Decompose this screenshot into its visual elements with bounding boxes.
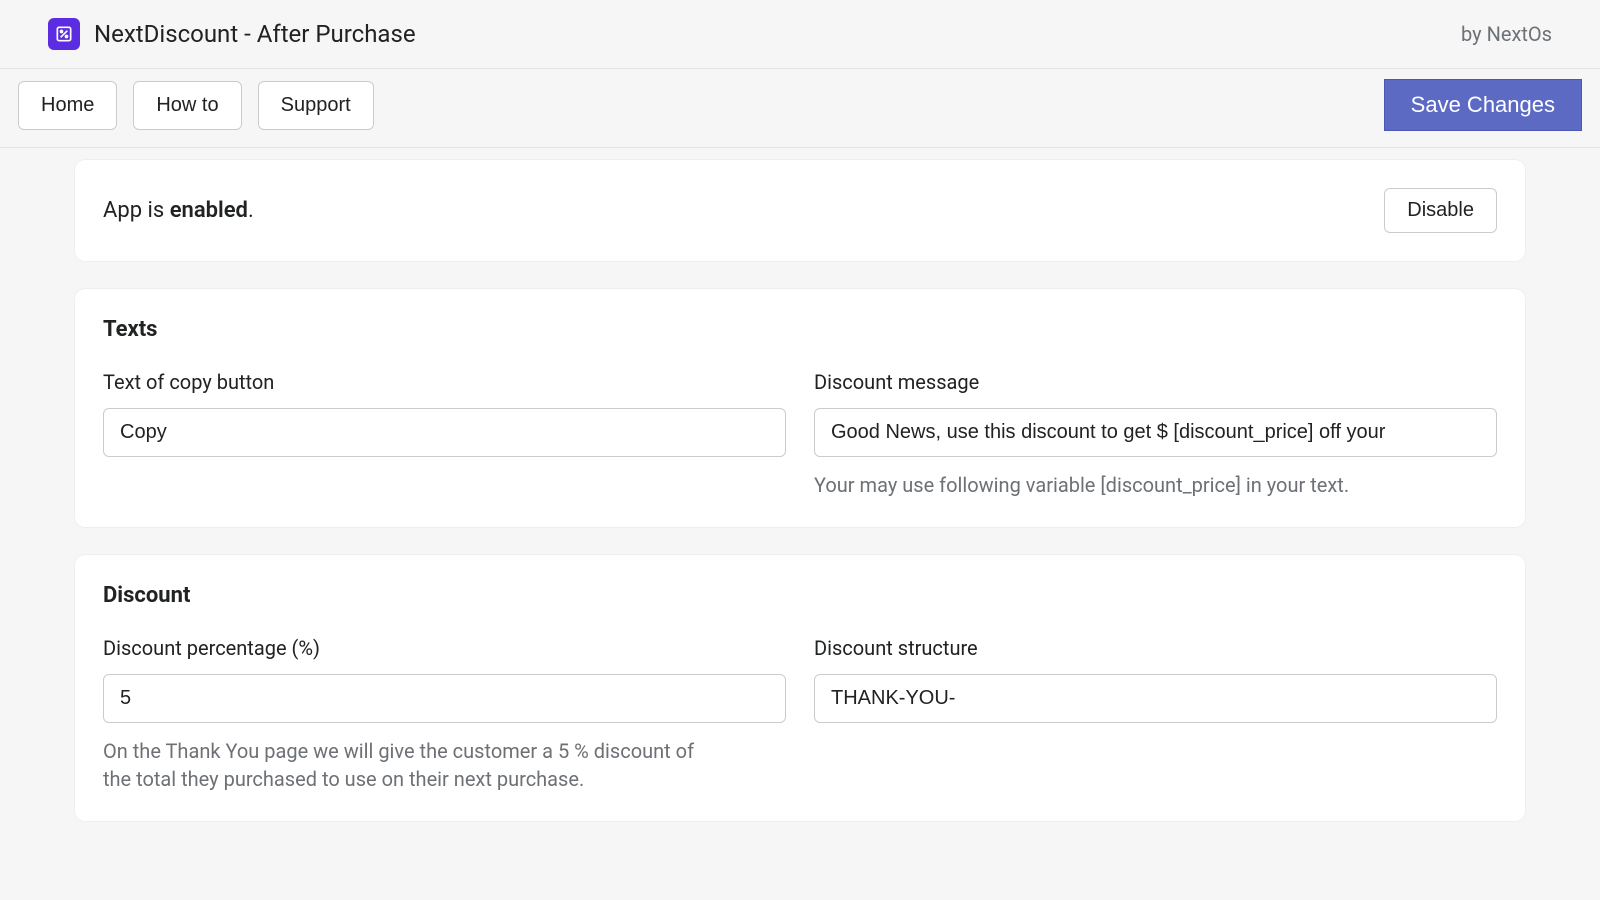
status-suffix: . — [248, 198, 254, 223]
message-input[interactable] — [814, 408, 1497, 457]
app-by-line: by NextOs — [1461, 22, 1552, 46]
percent-col: Discount percentage (%) On the Thank You… — [103, 636, 786, 793]
texts-row: Text of copy button Discount message You… — [103, 370, 1497, 499]
home-button[interactable]: Home — [18, 81, 117, 130]
app-header: NextDiscount - After Purchase by NextOs — [0, 0, 1600, 69]
status-card: App is enabled. Disable — [75, 160, 1525, 261]
message-hint: Your may use following variable [discoun… — [814, 471, 1414, 499]
message-label: Discount message — [814, 370, 1497, 394]
copy-col: Text of copy button — [103, 370, 786, 499]
status-row: App is enabled. Disable — [103, 188, 1497, 233]
discount-title: Discount — [103, 583, 1497, 608]
texts-card: Texts Text of copy button Discount messa… — [75, 289, 1525, 527]
percent-input[interactable] — [103, 674, 786, 723]
status-text: App is enabled. — [103, 198, 254, 223]
texts-title: Texts — [103, 317, 1497, 342]
content: App is enabled. Disable Texts Text of co… — [0, 148, 1600, 821]
toolbar: Home How to Support Save Changes — [0, 69, 1600, 148]
header-left: NextDiscount - After Purchase — [48, 18, 416, 50]
support-button[interactable]: Support — [258, 81, 374, 130]
discount-row: Discount percentage (%) On the Thank You… — [103, 636, 1497, 793]
structure-label: Discount structure — [814, 636, 1497, 660]
howto-button[interactable]: How to — [133, 81, 241, 130]
copy-label: Text of copy button — [103, 370, 786, 394]
structure-col: Discount structure — [814, 636, 1497, 793]
percent-hint: On the Thank You page we will give the c… — [103, 737, 703, 793]
message-col: Discount message Your may use following … — [814, 370, 1497, 499]
percent-label: Discount percentage (%) — [103, 636, 786, 660]
discount-card: Discount Discount percentage (%) On the … — [75, 555, 1525, 821]
app-logo-icon — [48, 18, 80, 50]
status-prefix: App is — [103, 198, 170, 223]
disable-button[interactable]: Disable — [1384, 188, 1497, 233]
toolbar-left: Home How to Support — [18, 81, 374, 130]
copy-input[interactable] — [103, 408, 786, 457]
structure-input[interactable] — [814, 674, 1497, 723]
save-button[interactable]: Save Changes — [1384, 79, 1582, 131]
status-state: enabled — [170, 198, 248, 223]
app-title: NextDiscount - After Purchase — [94, 20, 416, 48]
